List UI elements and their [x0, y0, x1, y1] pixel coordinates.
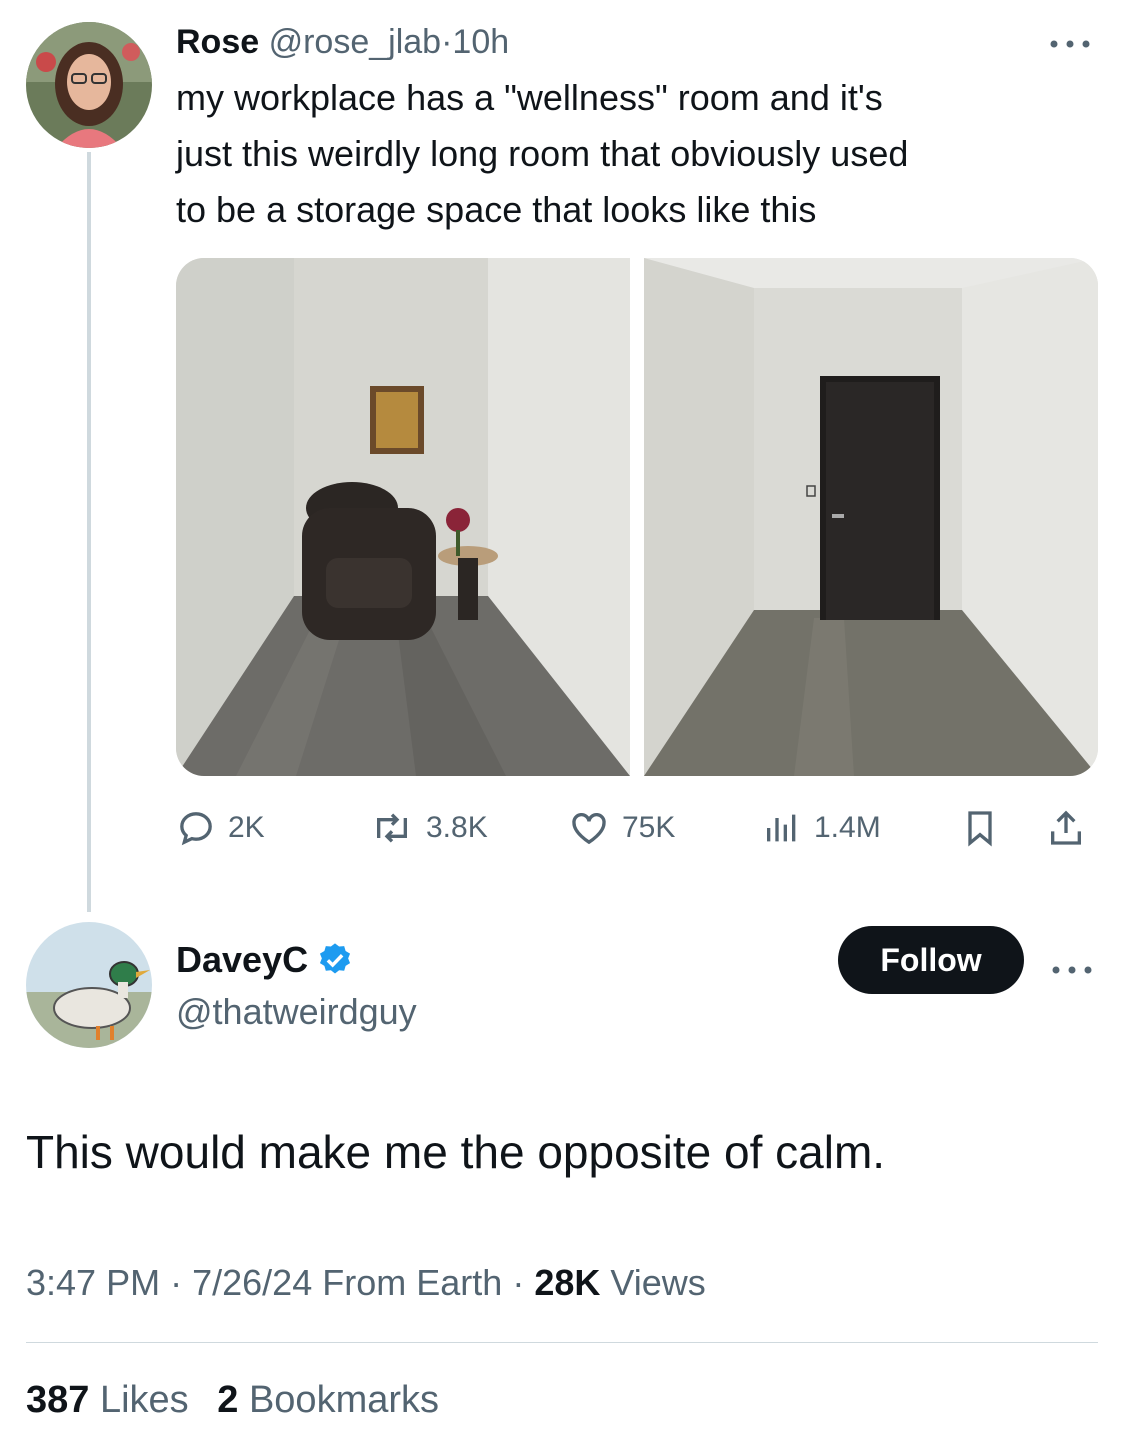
reply-button[interactable]: 2K: [176, 800, 265, 856]
more-horizontal-icon[interactable]: [1050, 952, 1094, 983]
tweet-text-line: to be a storage space that looks like th…: [176, 189, 817, 230]
timestamp[interactable]: 10h: [452, 23, 509, 61]
engagement-stats: 387 Likes 2 Bookmarks: [26, 1374, 439, 1426]
tweet-text: my workplace has a "wellness" room and i…: [176, 70, 1096, 238]
likes-stat[interactable]: 387 Likes: [26, 1379, 189, 1421]
thread-connector: [87, 152, 91, 912]
rose-header: Rose @rose_jlab·10h: [176, 20, 509, 64]
views-stat-count: 28K: [534, 1262, 601, 1303]
more-horizontal-icon[interactable]: [1048, 26, 1092, 57]
photo-grid: [176, 258, 1098, 776]
author-name[interactable]: Rose: [176, 23, 259, 61]
post-time[interactable]: 3:47 PM: [26, 1262, 160, 1303]
dot-separator: ·: [441, 23, 453, 61]
views-button[interactable]: 1.4M: [762, 800, 881, 856]
reply-count: 2K: [228, 811, 265, 844]
author-name[interactable]: DaveyC: [176, 938, 308, 982]
repost-icon: [377, 813, 407, 843]
bookmark-icon: [968, 811, 992, 847]
author-handle[interactable]: @rose_jlab: [269, 23, 442, 61]
verified-badge-icon: [320, 943, 351, 974]
share-icon: [1051, 810, 1081, 845]
share-button[interactable]: [1046, 800, 1098, 856]
tweet-meta: 3:47 PM · 7/26/24 From Earth · 28K Views: [26, 1258, 706, 1308]
likes-stat-label: Likes: [99, 1379, 189, 1421]
views-stat-label: Views: [610, 1262, 706, 1303]
likes-stat-count: 387: [26, 1379, 90, 1421]
bookmarks-stat[interactable]: 2 Bookmarks: [217, 1379, 439, 1421]
reply-icon: [180, 812, 212, 846]
daveyc-header: DaveyC: [176, 938, 354, 982]
tweet-text-line: my workplace has a "wellness" room and i…: [176, 77, 883, 118]
meta-separator: ·: [512, 1262, 525, 1303]
photo-armchair-room[interactable]: [176, 258, 630, 776]
divider: [26, 1342, 1098, 1343]
photo-door-room[interactable]: [644, 258, 1098, 776]
views-count: 1.4M: [814, 811, 881, 844]
like-button[interactable]: 75K: [568, 800, 675, 856]
follow-button[interactable]: Follow: [838, 926, 1024, 994]
post-date[interactable]: 7/26/24: [192, 1262, 312, 1303]
meta-separator: ·: [170, 1262, 183, 1303]
reply-text: This would make me the opposite of calm.: [26, 1126, 886, 1178]
views-chart-icon: [767, 814, 796, 842]
bookmarks-stat-label: Bookmarks: [248, 1379, 440, 1421]
repost-count: 3.8K: [426, 811, 488, 844]
tweet-text-line: just this weirdly long room that obvious…: [176, 133, 909, 174]
heart-icon: [572, 812, 606, 845]
post-source: From Earth: [322, 1262, 503, 1303]
repost-button[interactable]: 3.8K: [370, 800, 488, 856]
rose-avatar[interactable]: [26, 22, 152, 148]
daveyc-avatar[interactable]: [26, 922, 152, 1048]
like-count: 75K: [622, 811, 676, 844]
reply-author-handle[interactable]: @thatweirdguy: [176, 990, 417, 1034]
bookmarks-stat-count: 2: [217, 1379, 239, 1421]
bookmark-button[interactable]: [960, 800, 1012, 856]
